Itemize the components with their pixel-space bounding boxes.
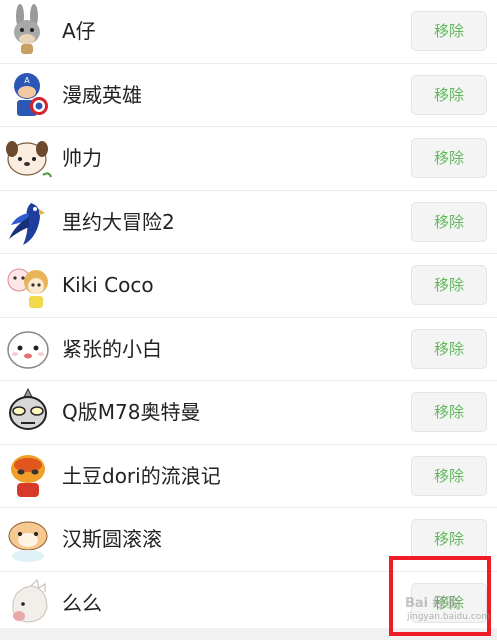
sticker-name: 么么 xyxy=(62,590,102,615)
remove-button[interactable]: 移除 xyxy=(411,392,487,432)
sticker-name: 漫威英雄 xyxy=(62,82,142,107)
sticker-name: A仔 xyxy=(62,19,96,43)
remove-button[interactable]: 移除 xyxy=(411,519,487,559)
sticker-name: 紧张的小白 xyxy=(62,336,162,361)
white-blob-icon xyxy=(3,322,53,376)
list-item: 紧张的小白 移除 xyxy=(0,318,497,381)
list-item: Kiki Coco 移除 xyxy=(0,254,497,318)
sticker-name: 帅力 xyxy=(62,146,102,170)
remove-button[interactable]: 移除 xyxy=(411,455,487,496)
list-item: A 漫威英雄 移除 xyxy=(0,64,497,127)
donkey-icon xyxy=(3,4,53,58)
bottom-bar xyxy=(0,628,497,640)
svg-text:A: A xyxy=(24,76,30,85)
list-item: 汉斯圆滚滚 移除 xyxy=(0,508,497,572)
remove-button[interactable]: 移除 xyxy=(411,328,487,369)
list-item: A仔 移除 xyxy=(0,0,497,64)
sticker-name: Q版M78奥特曼 xyxy=(62,400,201,424)
potato-icon xyxy=(3,449,53,503)
sticker-name: Kiki Coco xyxy=(62,273,154,297)
sticker-name: 汉斯圆滚滚 xyxy=(62,527,162,551)
remove-button[interactable]: 移除 xyxy=(411,582,487,623)
sticker-list: A仔 移除 A 漫威英雄 移除 帅力 移除 里约大冒险2 移除 Kiki Coc… xyxy=(0,0,497,628)
list-item: Q版M78奥特曼 移除 xyxy=(0,381,497,445)
remove-button[interactable]: 移除 xyxy=(411,11,487,51)
captain-america-icon: A xyxy=(3,68,53,122)
remove-button[interactable]: 移除 xyxy=(411,74,487,115)
remove-button[interactable]: 移除 xyxy=(411,265,487,305)
parrot-icon xyxy=(3,195,53,249)
list-item: 么么 移除 xyxy=(0,572,497,629)
list-item: 帅力 移除 xyxy=(0,127,497,191)
sticker-name: 土豆dori的流浪记 xyxy=(62,463,221,488)
hedgehog-icon xyxy=(3,576,53,629)
remove-button[interactable]: 移除 xyxy=(411,201,487,242)
list-item: 土豆dori的流浪记 移除 xyxy=(0,445,497,508)
list-item: 里约大冒险2 移除 xyxy=(0,191,497,254)
hamster-icon xyxy=(3,512,53,566)
remove-button[interactable]: 移除 xyxy=(411,138,487,178)
sticker-name: 里约大冒险2 xyxy=(62,209,175,234)
puppy-icon xyxy=(3,131,53,185)
ultraman-icon xyxy=(3,385,53,439)
girls-icon xyxy=(3,258,53,312)
